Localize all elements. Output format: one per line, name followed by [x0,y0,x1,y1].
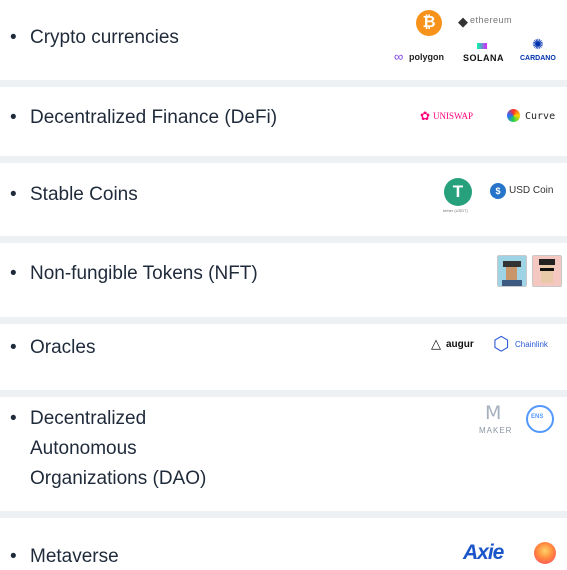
maker-icon: Ⅿ [485,403,502,424]
solana-logo: SOLANA [461,43,505,67]
list-item-crypto-currencies: • Crypto currencies ₿ ◆ ethereum ∞ polygo… [0,0,567,80]
punk-body [502,280,522,286]
row-divider [0,317,567,324]
row-divider [0,511,567,518]
bullet: • [10,263,17,284]
uniswap-logo: ✿ UNISWAP [420,109,495,126]
tether-icon: T [444,178,472,206]
row-label-text: Decentralized Finance (DeFi) [30,107,278,128]
tether-caption: tether (USDT) [443,208,468,213]
list-item-dao: • Decentralized Autonomous Organizations … [0,397,567,511]
punk-hair [539,259,555,265]
cardano-logo: ✺ CARDANO [517,36,561,66]
row-label-text: Non-fungible Tokens (NFT) [30,263,258,284]
ens-label: ENS [531,414,544,420]
ethereum-logo: ◆ ethereum [458,14,528,30]
bullet: • [10,337,17,358]
decentraland-icon [534,542,556,564]
curve-icon [507,109,520,122]
row-label-line: Organizations (DAO) [30,468,207,489]
list-item-oracles: • Oracles △ augur ⬡ Chainlink [0,324,567,390]
axie-logo: Axie [463,541,504,564]
punk-hat [503,261,521,267]
bullet: • [10,27,17,48]
row-label: • Non-fungible Tokens (NFT) [10,260,258,287]
punk-glasses [540,268,554,271]
row-label-text: Crypto currencies [30,27,179,48]
polygon-icon: ∞ [394,49,404,64]
augur-icon: △ [431,336,441,351]
row-divider [0,236,567,243]
list-item-metaverse: • Metaverse Axie [0,518,567,567]
augur-logo: △ augur [431,336,486,354]
row-label: • Crypto currencies [10,24,179,51]
cardano-icon: ✺ [532,36,544,52]
polygon-logo: ∞ polygon [394,49,454,65]
usdcoin-logo: $ USD Coin [490,183,562,201]
curve-logo: Curve [507,108,562,126]
solana-icon [477,43,487,49]
augur-label: augur [446,339,474,350]
bullet: • [10,184,17,205]
row-label: • Decentralized [10,405,146,432]
row-divider [0,390,567,397]
curve-label: Curve [525,111,556,122]
uniswap-label: UNISWAP [433,111,474,121]
maker-label: MAKER [479,426,513,435]
list-item-nft: • Non-fungible Tokens (NFT) [0,243,567,317]
bullet: • [10,546,17,567]
ens-icon: ENS [526,405,554,433]
cardano-label: CARDANO [520,55,556,62]
row-label: • Metaverse [10,543,119,570]
row-label: • Oracles [10,334,95,361]
bullet: • [10,107,17,128]
row-label: • Decentralized Finance (DeFi) [10,104,277,131]
row-label-line: Decentralized [30,408,147,429]
cryptopunk-icon [497,255,527,287]
uniswap-icon: ✿ [420,109,431,123]
chainlink-icon: ⬡ [493,334,510,355]
cryptopunk-icon [532,255,562,287]
usdcoin-label: USD Coin [509,185,554,196]
chainlink-logo: ⬡ Chainlink [493,334,567,356]
solana-label: SOLANA [463,53,504,63]
row-label: • Stable Coins [10,181,138,208]
row-label-line: Autonomous [30,438,137,459]
row-label-text: Metaverse [30,546,119,567]
chainlink-label: Chainlink [515,340,548,349]
usdcoin-icon: $ [490,183,506,199]
punk-face [541,263,553,283]
ethereum-label: ethereum [470,15,513,25]
bullet: • [10,408,17,429]
bitcoin-icon: ₿ [416,10,442,36]
polygon-label: polygon [409,52,444,62]
list-item-stable-coins: • Stable Coins T tether (USDT) $ USD Coin [0,163,567,236]
row-label-text: Stable Coins [30,184,138,205]
list-item-defi: • Decentralized Finance (DeFi) ✿ UNISWAP … [0,87,567,156]
row-divider [0,80,567,87]
row-divider [0,156,567,163]
maker-logo: Ⅿ MAKER [476,403,516,440]
row-label-text: Oracles [30,337,96,358]
ethereum-icon: ◆ [458,14,468,29]
